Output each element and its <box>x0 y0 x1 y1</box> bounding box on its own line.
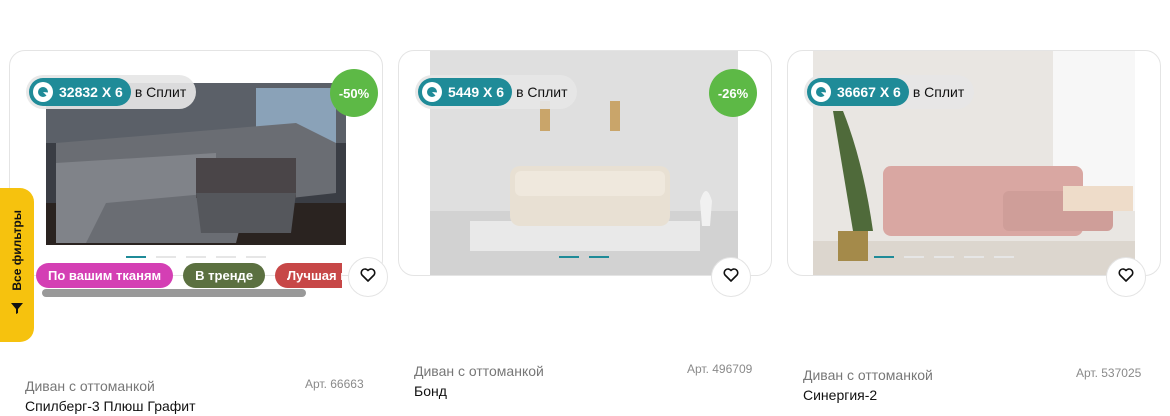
heart-icon <box>1118 267 1134 288</box>
pagination-dot[interactable] <box>126 256 146 258</box>
split-installment-badge[interactable]: 32832 Х 6 в Сплит <box>26 75 197 109</box>
product-category: Диван с оттоманкой <box>414 363 544 379</box>
split-label: в Сплит <box>912 84 965 100</box>
photo-pagination[interactable] <box>126 256 266 258</box>
split-logo-icon <box>422 82 442 102</box>
pagination-dot[interactable] <box>559 256 579 258</box>
product-name[interactable]: Бонд <box>414 383 447 399</box>
favorite-button[interactable] <box>1106 257 1146 297</box>
pagination-dot[interactable] <box>934 256 954 258</box>
split-amount: 5449 Х 6 <box>448 84 505 100</box>
tag-fabrics[interactable]: По вашим тканям <box>36 263 174 288</box>
split-label: в Сплит <box>134 84 187 100</box>
split-installment-badge[interactable]: 36667 Х 6 в Сплит <box>804 75 975 109</box>
favorite-button[interactable] <box>348 257 388 297</box>
favorite-button[interactable] <box>711 257 751 297</box>
photo-pagination[interactable] <box>559 256 609 258</box>
product-card[interactable]: 36667 Х 6 в Сплит <box>787 50 1161 297</box>
tag-best-price[interactable]: Лучшая цена <box>275 263 342 288</box>
pagination-dot[interactable] <box>216 256 236 258</box>
discount-badge: -26% <box>709 69 757 117</box>
split-logo-icon <box>811 82 831 102</box>
photo-pagination[interactable] <box>874 256 1014 258</box>
heart-icon <box>723 267 739 288</box>
split-installment-badge[interactable]: 5449 Х 6 в Сплит <box>415 75 578 109</box>
product-category: Диван с оттоманкой <box>25 378 155 394</box>
pagination-dot[interactable] <box>994 256 1014 258</box>
split-label: в Сплит <box>516 84 568 100</box>
product-article: Арт. 537025 <box>1076 366 1142 380</box>
tag-list: По вашим тканям В тренде Лучшая цена <box>36 263 342 289</box>
pagination-dot[interactable] <box>246 256 266 258</box>
split-amount: 32832 Х 6 <box>59 84 123 100</box>
product-card[interactable]: 32832 Х 6 в Сплит -50% По вашим тканям В… <box>9 50 388 297</box>
product-name[interactable]: Спилберг-3 Плюш Графит <box>25 398 196 414</box>
heart-icon <box>360 267 376 288</box>
filter-funnel-icon <box>10 301 24 320</box>
discount-badge: -50% <box>330 69 378 117</box>
pagination-dot[interactable] <box>904 256 924 258</box>
pagination-dot[interactable] <box>186 256 206 258</box>
tag-trend[interactable]: В тренде <box>183 263 266 288</box>
product-category: Диван с оттоманкой <box>803 367 933 383</box>
tags-scrollbar[interactable] <box>42 289 306 297</box>
pagination-dot[interactable] <box>964 256 984 258</box>
split-amount: 36667 Х 6 <box>837 84 901 100</box>
split-logo-icon <box>33 82 53 102</box>
pagination-dot[interactable] <box>874 256 894 258</box>
all-filters-label: Все фильтры <box>10 210 24 291</box>
product-article: Арт. 496709 <box>687 362 753 376</box>
product-card[interactable]: 5449 Х 6 в Сплит -26% <box>398 50 772 297</box>
pagination-dot[interactable] <box>589 256 609 258</box>
all-filters-tab[interactable]: Все фильтры <box>0 188 34 342</box>
product-article: Арт. 66663 <box>305 377 364 391</box>
product-name[interactable]: Синергия-2 <box>803 387 877 403</box>
pagination-dot[interactable] <box>156 256 176 258</box>
